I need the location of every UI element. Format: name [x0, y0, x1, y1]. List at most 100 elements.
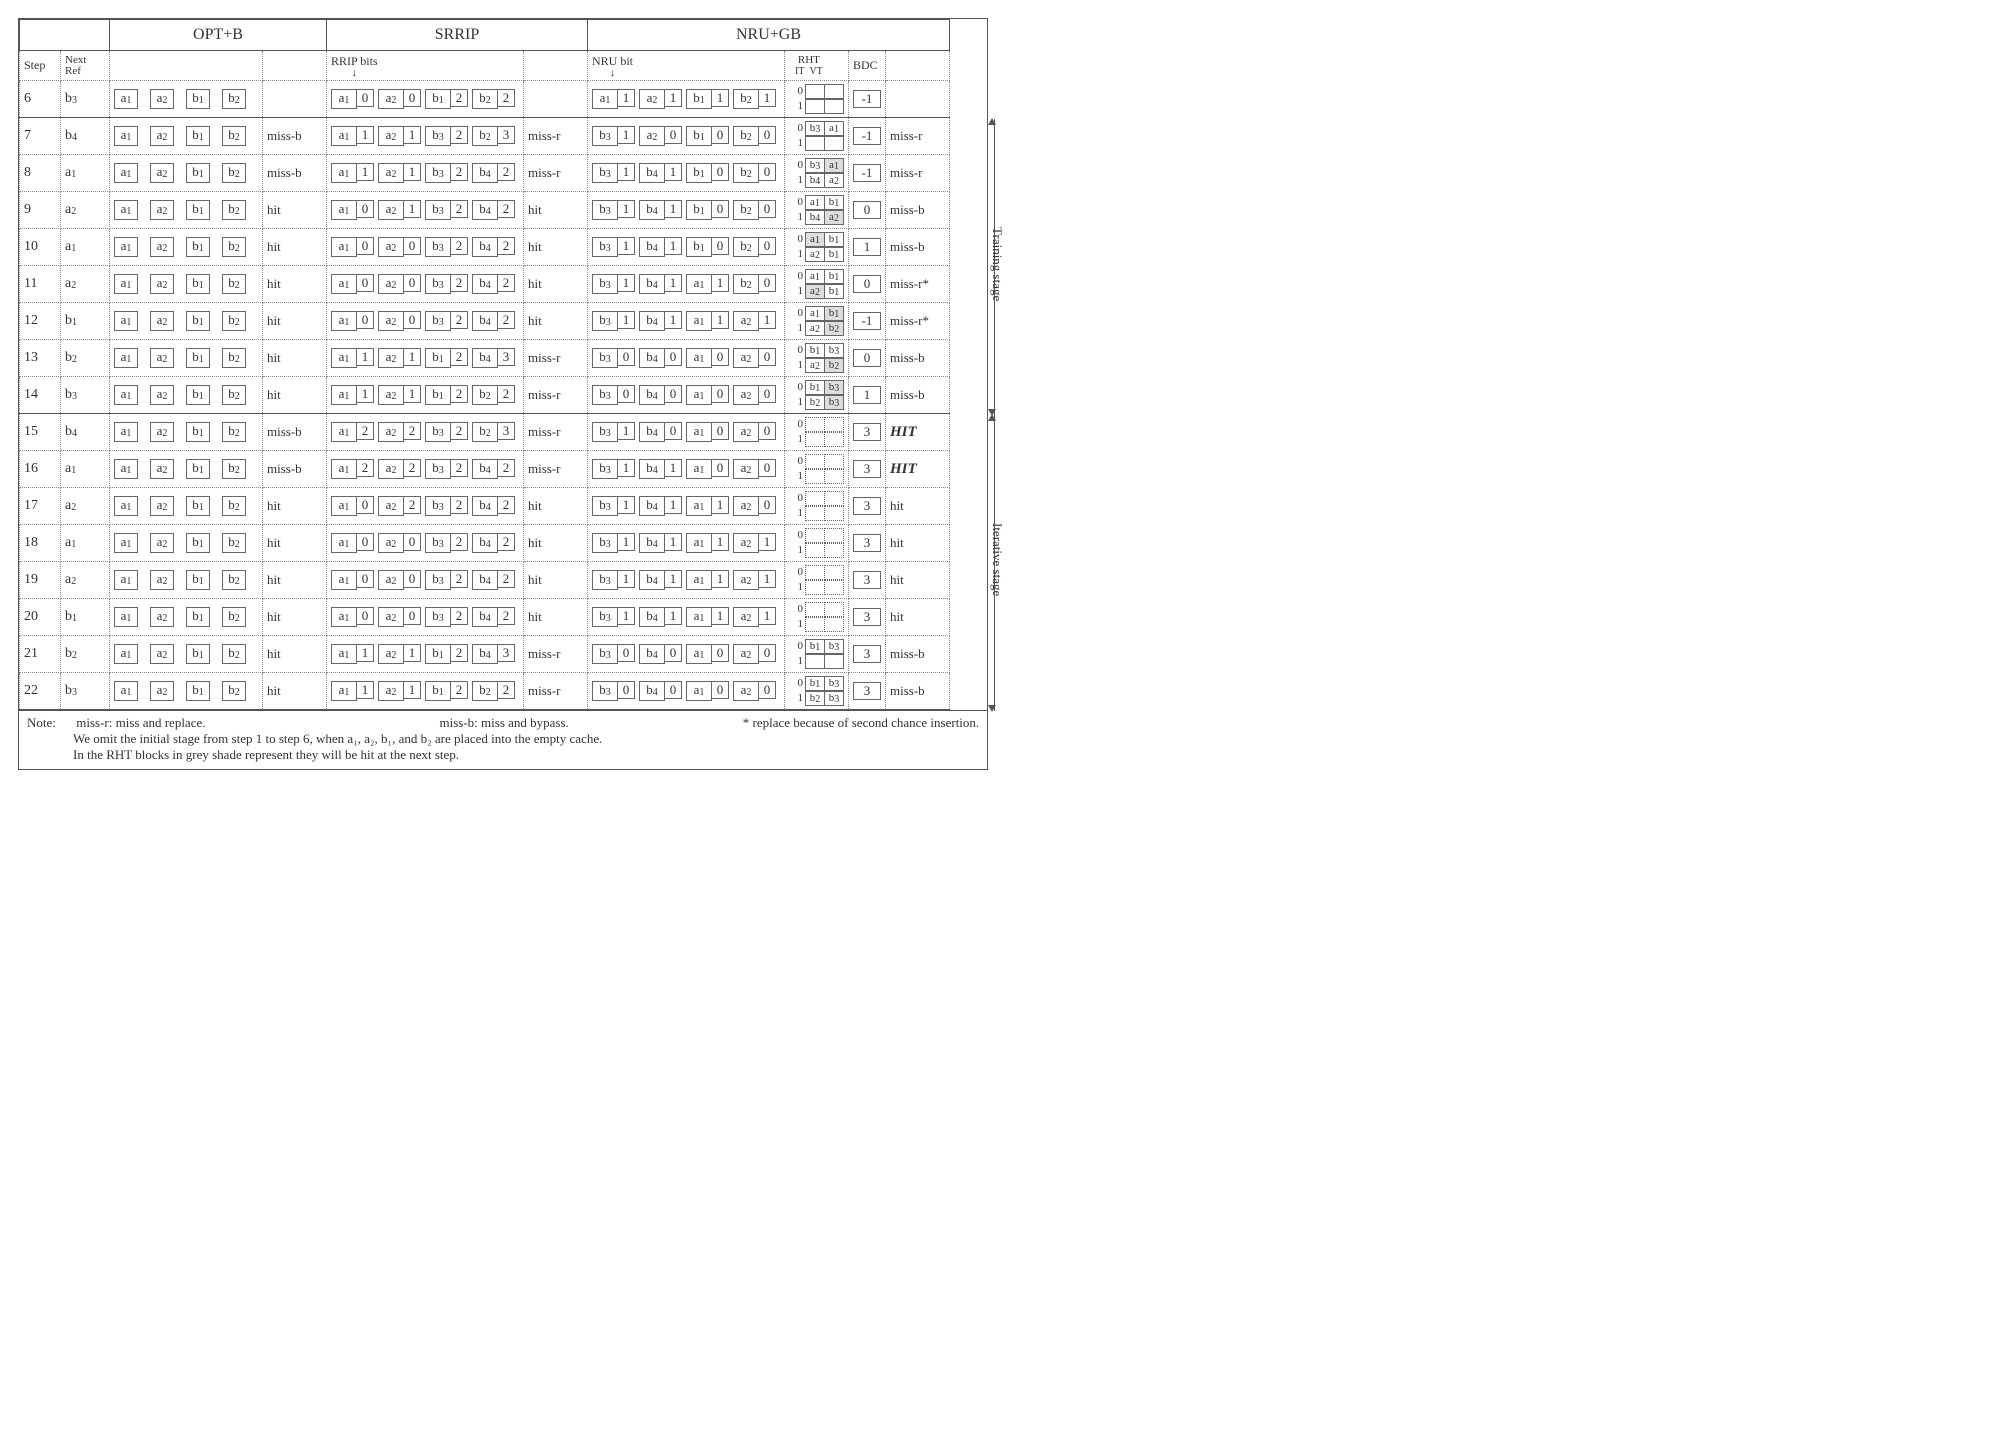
- nru-cache: b30b40a10a20: [588, 377, 785, 414]
- opt-result: hit: [263, 525, 327, 562]
- bdc-value: 0: [849, 340, 886, 377]
- srrip-cache: a10a20b32b42: [327, 229, 524, 266]
- nru-result: HIT: [886, 414, 950, 451]
- srrip-result: [524, 81, 588, 118]
- opt-cache: a1a2b1b2: [110, 488, 263, 525]
- table-row: 17a2a1a2b1b2hita10a22b32b42hitb31b41a11a…: [20, 488, 950, 525]
- nru-result: hit: [886, 599, 950, 636]
- opt-result: hit: [263, 266, 327, 303]
- next-ref: b3: [61, 377, 110, 414]
- rht-table: 01: [785, 599, 849, 636]
- opt-result: hit: [263, 303, 327, 340]
- srrip-cache: a10a20b32b42: [327, 303, 524, 340]
- bdc-value: 3: [849, 414, 886, 451]
- next-ref: b4: [61, 118, 110, 155]
- next-ref: b1: [61, 303, 110, 340]
- opt-cache: a1a2b1b2: [110, 192, 263, 229]
- step-num: 18: [20, 525, 61, 562]
- bdc-value: 3: [849, 451, 886, 488]
- rht-table: 01: [785, 451, 849, 488]
- nru-result: [886, 81, 950, 118]
- rht-table: 0a1b11a2b1: [785, 229, 849, 266]
- srrip-cache: a10a20b32b42: [327, 562, 524, 599]
- srrip-result: hit: [524, 266, 588, 303]
- hdr-srrip: SRRIP: [327, 20, 588, 51]
- table-row: 15b4a1a2b1b2miss-ba12a22b32b23miss-rb31b…: [20, 414, 950, 451]
- opt-result: miss-b: [263, 451, 327, 488]
- bdc-value: 3: [849, 673, 886, 710]
- step-num: 10: [20, 229, 61, 266]
- nru-cache: b31b41a11a21: [588, 303, 785, 340]
- opt-cache: a1a2b1b2: [110, 673, 263, 710]
- srrip-result: miss-r: [524, 340, 588, 377]
- srrip-cache: a11a21b12b22: [327, 673, 524, 710]
- srrip-result: hit: [524, 525, 588, 562]
- step-num: 17: [20, 488, 61, 525]
- srrip-result: miss-r: [524, 414, 588, 451]
- nru-result: miss-r: [886, 155, 950, 192]
- rht-table: 01: [785, 81, 849, 118]
- opt-result: [263, 81, 327, 118]
- nru-result: miss-b: [886, 229, 950, 266]
- opt-result: hit: [263, 229, 327, 266]
- table-row: 18a1a1a2b1b2hita10a20b32b42hitb31b41a11a…: [20, 525, 950, 562]
- opt-result: hit: [263, 636, 327, 673]
- opt-cache: a1a2b1b2: [110, 303, 263, 340]
- rht-table: 0a1b11b4a2: [785, 192, 849, 229]
- nru-result: miss-r*: [886, 266, 950, 303]
- srrip-cache: a11a21b12b22: [327, 377, 524, 414]
- bdc-value: -1: [849, 118, 886, 155]
- srrip-result: hit: [524, 599, 588, 636]
- table-row: 8a1a1a2b1b2miss-ba11a21b32b42miss-rb31b4…: [20, 155, 950, 192]
- next-ref: a2: [61, 192, 110, 229]
- nru-cache: b30b40a10a20: [588, 636, 785, 673]
- opt-cache: a1a2b1b2: [110, 599, 263, 636]
- nru-cache: a11a21b11b21: [588, 81, 785, 118]
- hdr-bdc: BDC: [849, 51, 886, 81]
- comparison-table: OPT+B SRRIP NRU+GB Step NextRef RRIP bit…: [19, 19, 950, 710]
- srrip-result: miss-r: [524, 636, 588, 673]
- next-ref: a2: [61, 266, 110, 303]
- step-num: 7: [20, 118, 61, 155]
- next-ref: b2: [61, 636, 110, 673]
- nru-result: miss-b: [886, 636, 950, 673]
- opt-cache: a1a2b1b2: [110, 451, 263, 488]
- srrip-result: miss-r: [524, 118, 588, 155]
- nru-result: miss-b: [886, 340, 950, 377]
- table-row: 20b1a1a2b1b2hita10a20b32b42hitb31b41a11a…: [20, 599, 950, 636]
- bdc-value: 1: [849, 229, 886, 266]
- opt-result: hit: [263, 562, 327, 599]
- next-ref: a2: [61, 562, 110, 599]
- bdc-value: 3: [849, 599, 886, 636]
- nru-result: miss-r*: [886, 303, 950, 340]
- nru-result: hit: [886, 525, 950, 562]
- nru-cache: b31b41a11a21: [588, 525, 785, 562]
- next-ref: a1: [61, 525, 110, 562]
- rht-table: 0b1b31a2b2: [785, 340, 849, 377]
- step-num: 12: [20, 303, 61, 340]
- opt-cache: a1a2b1b2: [110, 118, 263, 155]
- nru-cache: b31b40a10a20: [588, 414, 785, 451]
- next-ref: b4: [61, 414, 110, 451]
- srrip-cache: a10a20b32b42: [327, 599, 524, 636]
- step-num: 6: [20, 81, 61, 118]
- hdr-opt: OPT+B: [110, 20, 327, 51]
- rht-table: 01: [785, 488, 849, 525]
- step-num: 22: [20, 673, 61, 710]
- bdc-value: 3: [849, 636, 886, 673]
- next-ref: b3: [61, 81, 110, 118]
- opt-cache: a1a2b1b2: [110, 562, 263, 599]
- nru-cache: b31b41a11a21: [588, 599, 785, 636]
- srrip-cache: a10a21b32b42: [327, 192, 524, 229]
- nru-result: HIT: [886, 451, 950, 488]
- bdc-value: 1: [849, 377, 886, 414]
- rht-table: 01: [785, 562, 849, 599]
- opt-result: hit: [263, 488, 327, 525]
- srrip-cache: a10a20b32b42: [327, 266, 524, 303]
- bdc-value: 3: [849, 488, 886, 525]
- srrip-cache: a10a20b12b22: [327, 81, 524, 118]
- table-row: 10a1a1a2b1b2hita10a20b32b42hitb31b41b10b…: [20, 229, 950, 266]
- rht-table: 0b1b31: [785, 636, 849, 673]
- step-num: 16: [20, 451, 61, 488]
- table-row: 21b2a1a2b1b2hita11a21b12b43miss-rb30b40a…: [20, 636, 950, 673]
